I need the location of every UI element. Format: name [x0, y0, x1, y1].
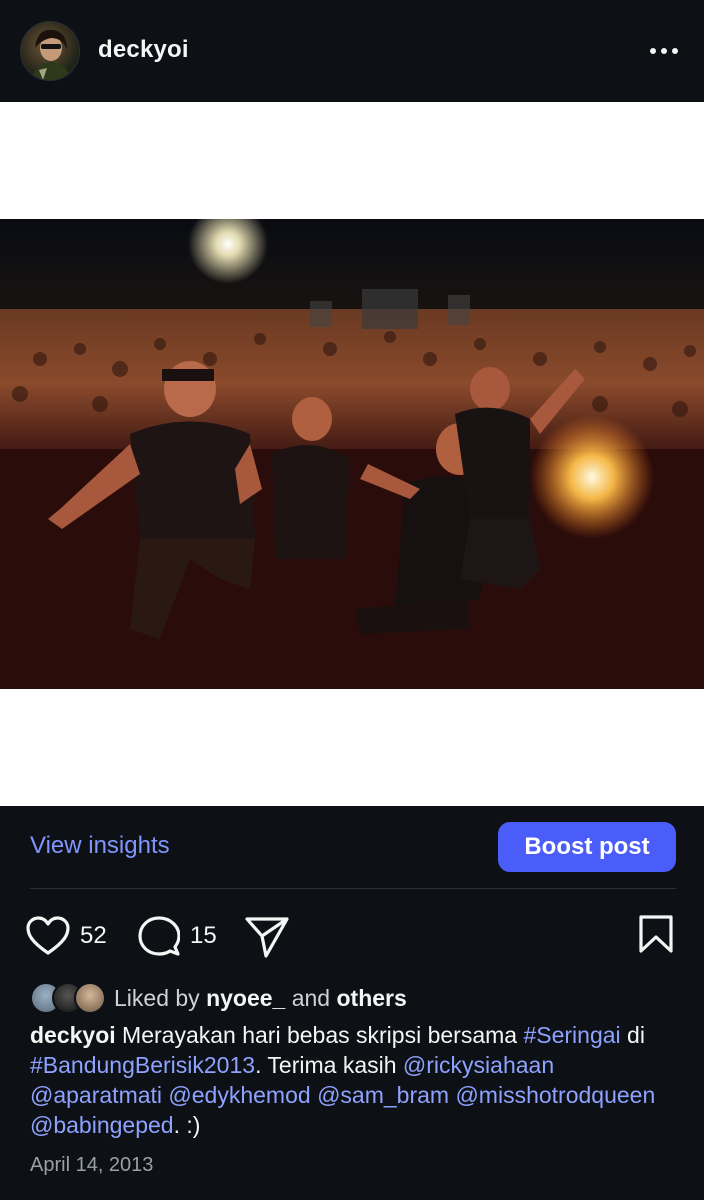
comment-icon[interactable]	[138, 916, 180, 956]
view-insights-link[interactable]: View insights	[30, 832, 170, 860]
post-media[interactable]	[0, 102, 704, 806]
comment-count[interactable]: 15	[190, 922, 217, 950]
liked-by-text[interactable]: Liked by nyoee_ and others	[114, 985, 407, 1012]
post-date: April 14, 2013	[30, 1154, 154, 1176]
divider	[30, 888, 676, 889]
author-avatar[interactable]	[20, 21, 80, 81]
share-action[interactable]	[244, 916, 290, 958]
mention-link[interactable]: @sam_bram	[317, 1082, 449, 1108]
mention-link[interactable]: @babingeped	[30, 1112, 174, 1138]
hashtag-link[interactable]: #BandungBerisik2013	[30, 1052, 255, 1078]
post-photo	[0, 219, 704, 689]
caption-text: . :)	[173, 1112, 201, 1138]
post-header: deckyoi	[0, 0, 704, 102]
concert-photo	[0, 219, 704, 689]
share-icon[interactable]	[244, 916, 290, 958]
mention-link[interactable]: @edykhemod	[168, 1082, 310, 1108]
liked-by-user[interactable]: nyoee_	[206, 985, 285, 1011]
caption-text: Merayakan hari bebas skripsi bersama	[115, 1022, 524, 1048]
hashtag-link[interactable]: #Seringai	[523, 1022, 620, 1048]
liked-by-and: and	[291, 984, 331, 1011]
author-username[interactable]: deckyoi	[98, 36, 189, 64]
mention-link[interactable]: @aparatmati	[30, 1082, 162, 1108]
liked-by-prefix: Liked by	[114, 984, 200, 1011]
bookmark-icon[interactable]	[638, 914, 674, 954]
like-count[interactable]: 52	[80, 922, 107, 950]
liked-by-others[interactable]: others	[336, 985, 406, 1011]
save-action[interactable]	[638, 914, 674, 954]
mention-link[interactable]: @misshotrodqueen	[455, 1082, 655, 1108]
caption-author[interactable]: deckyoi	[30, 1022, 116, 1048]
liker-avatar	[74, 982, 106, 1014]
liked-by-row[interactable]: Liked by nyoee_ and others	[30, 980, 407, 1016]
comment-action[interactable]: 15	[138, 916, 217, 956]
more-options-icon[interactable]	[644, 36, 684, 66]
post-caption: deckyoi Merayakan hari bebas skripsi ber…	[30, 1020, 680, 1140]
like-action[interactable]: 52	[26, 916, 107, 956]
mention-link[interactable]: @rickysiahaan	[403, 1052, 554, 1078]
caption-text: di	[620, 1022, 645, 1048]
boost-post-button[interactable]: Boost post	[498, 822, 676, 872]
caption-text: . Terima kasih	[255, 1052, 403, 1078]
post-actions: 52 15	[0, 906, 704, 962]
heart-icon[interactable]	[26, 916, 70, 956]
avatar-image	[31, 29, 71, 80]
